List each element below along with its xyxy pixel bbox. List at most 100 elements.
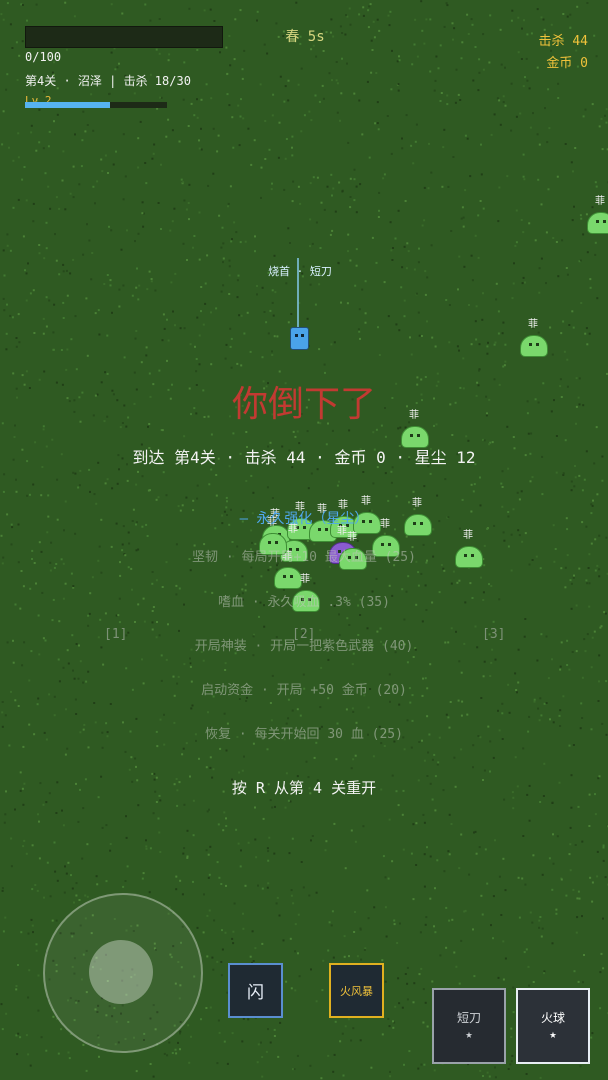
grass-speck <box>319 247 322 249</box>
grass-speck <box>484 848 487 851</box>
grass-speck <box>291 154 294 157</box>
grass-speck <box>186 829 189 832</box>
grass-speck <box>334 210 337 213</box>
grass-speck <box>9 249 12 252</box>
grass-speck <box>328 72 331 75</box>
grass-speck <box>43 257 46 260</box>
dash-button[interactable]: 闪 <box>228 963 283 1018</box>
grass-speck <box>418 334 421 337</box>
grass-speck <box>569 26 572 29</box>
grass-speck <box>216 861 219 864</box>
grass-speck <box>544 107 546 110</box>
grass-speck <box>447 716 450 719</box>
slot-key-2: [2] <box>292 627 316 642</box>
grass-speck <box>511 297 514 300</box>
upgrade-option[interactable]: 嗜血 · 永久吸血 .3% (35) <box>0 591 608 610</box>
grass-speck <box>247 127 250 130</box>
grass-speck <box>538 926 541 929</box>
grass-speck <box>401 1006 404 1009</box>
grass-speck <box>193 114 196 117</box>
grass-speck <box>388 584 391 587</box>
grass-speck <box>294 923 297 926</box>
grass-speck <box>178 629 180 632</box>
grass-speck <box>509 1063 512 1066</box>
grass-speck <box>594 813 597 816</box>
grass-speck <box>353 931 356 933</box>
grass-speck <box>158 831 161 834</box>
grass-speck <box>417 311 420 314</box>
grass-speck <box>448 919 451 922</box>
grass-speck <box>278 121 281 124</box>
upgrade-option[interactable]: 启动资金 · 开局 +50 金币 (20) <box>0 679 608 698</box>
grass-speck <box>145 346 148 349</box>
grass-speck <box>560 332 563 335</box>
grass-speck <box>242 117 245 120</box>
grass-speck <box>15 478 17 481</box>
grass-speck <box>66 348 69 351</box>
grass-speck <box>540 714 543 717</box>
grass-speck <box>158 52 161 55</box>
weapon-slot-2[interactable]: 火球 ★ <box>516 988 590 1064</box>
grass-speck <box>515 115 518 118</box>
grass-speck <box>227 205 229 208</box>
grass-speck <box>16 1053 19 1056</box>
grass-speck <box>426 1025 429 1028</box>
grass-speck <box>388 818 391 821</box>
grass-speck <box>210 311 212 314</box>
grass-speck <box>420 0 423 3</box>
grass-speck <box>566 358 569 361</box>
grass-speck <box>17 198 20 201</box>
grass-speck <box>397 89 400 92</box>
grass-speck <box>331 910 334 913</box>
upgrade-option[interactable]: 坚韧 · 每局开局+10 最大血量 (25) <box>0 546 608 565</box>
grass-speck <box>460 748 463 751</box>
grass-speck <box>242 1017 245 1020</box>
grass-speck <box>543 702 546 705</box>
grass-speck <box>322 50 325 52</box>
grass-speck <box>324 371 326 374</box>
skill-button[interactable]: 火风暴 <box>329 963 384 1018</box>
grass-speck <box>256 1061 259 1064</box>
grass-speck <box>335 758 338 761</box>
grass-speck <box>478 846 481 849</box>
grass-speck <box>394 237 397 240</box>
grass-speck <box>52 331 55 334</box>
upgrade-option[interactable]: 恢复 · 每关开始回 30 血 (25) <box>0 723 608 742</box>
grass-speck <box>397 977 400 980</box>
grass-speck <box>423 485 426 488</box>
grass-speck <box>159 851 162 853</box>
grass-speck <box>213 20 216 22</box>
grass-speck <box>507 467 510 470</box>
grass-speck <box>522 153 525 156</box>
grass-speck <box>525 1073 528 1075</box>
grass-speck <box>231 937 234 940</box>
grass-speck <box>254 947 257 950</box>
grass-speck <box>1 711 4 714</box>
grass-speck <box>412 823 415 826</box>
grass-speck <box>269 566 272 569</box>
grass-speck <box>74 133 76 136</box>
grass-speck <box>522 85 525 88</box>
grass-speck <box>65 368 68 371</box>
grass-speck <box>335 79 338 82</box>
grass-speck <box>46 861 49 864</box>
grass-speck <box>202 323 205 326</box>
grass-speck <box>566 664 569 666</box>
enemy-label: 菲 <box>300 574 310 585</box>
grass-speck <box>42 147 45 150</box>
grass-speck <box>590 503 593 506</box>
joystick-knob[interactable] <box>89 940 153 1004</box>
grass-speck <box>315 55 318 58</box>
grass-speck <box>534 239 537 242</box>
grass-speck <box>181 753 184 756</box>
grass-speck <box>174 272 177 275</box>
grass-speck <box>404 200 407 202</box>
grass-speck <box>540 257 543 260</box>
grass-speck <box>592 499 594 502</box>
grass-speck <box>212 768 215 771</box>
weapon-slot-1[interactable]: 短刀 ★ <box>432 988 506 1064</box>
grass-speck <box>437 761 440 764</box>
grass-speck <box>330 18 333 21</box>
grass-speck <box>596 564 599 567</box>
grass-speck <box>177 675 180 678</box>
